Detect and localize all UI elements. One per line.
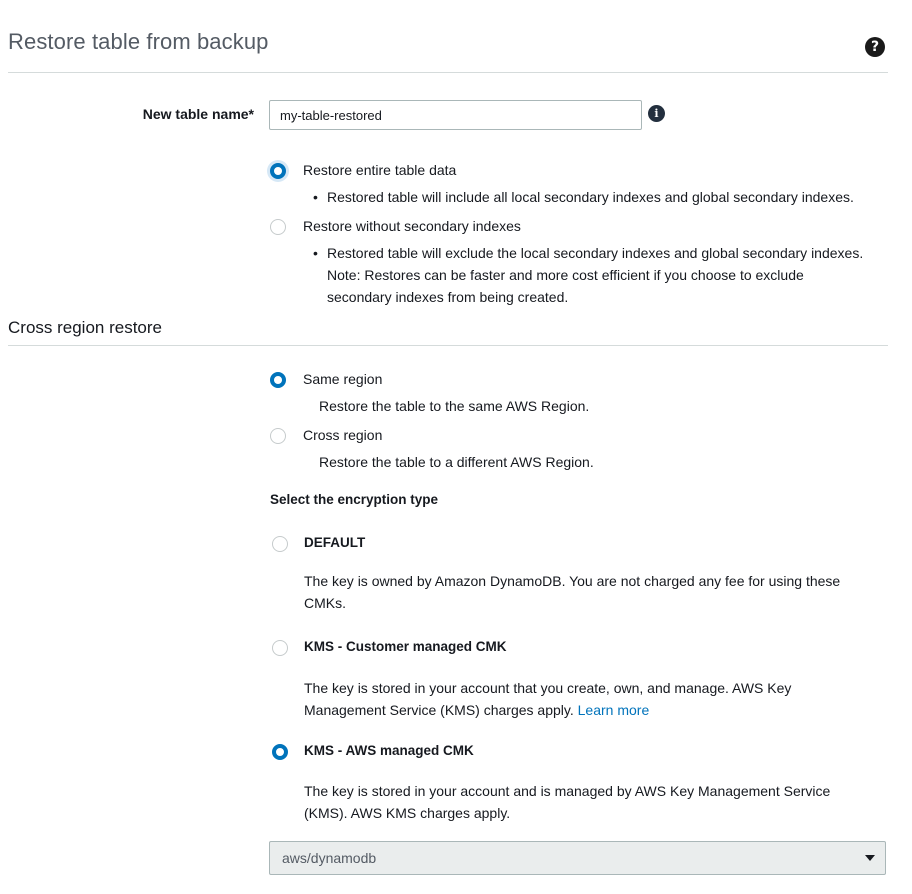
info-circle-icon[interactable]: i xyxy=(648,105,665,122)
restore-entire-table-label: Restore entire table data xyxy=(303,162,457,178)
encryption-default-label: DEFAULT xyxy=(304,535,366,550)
same-region-radio[interactable] xyxy=(270,372,286,388)
restore-entire-table-note: Restored table will include all local se… xyxy=(313,186,893,208)
cross-region-divider xyxy=(8,345,888,346)
encryption-default-radio[interactable] xyxy=(272,536,288,552)
learn-more-link[interactable]: Learn more xyxy=(578,702,650,718)
encryption-default-description: The key is owned by Amazon DynamoDB. You… xyxy=(304,573,841,611)
page-title: Restore table from backup xyxy=(8,29,269,54)
cross-region-section-title: Cross region restore xyxy=(8,318,163,337)
encryption-aws-cmk-description: The key is stored in your account and is… xyxy=(304,783,831,821)
encryption-customer-cmk-label: KMS - Customer managed CMK xyxy=(304,639,507,654)
encryption-heading: Select the encryption type xyxy=(270,492,439,507)
kms-key-select-value: aws/dynamodb xyxy=(282,850,377,866)
restore-without-indexes-label: Restore without secondary indexes xyxy=(303,218,521,234)
kms-key-select[interactable]: aws/dynamodb xyxy=(269,841,886,875)
restore-entire-table-radio[interactable] xyxy=(270,163,286,179)
cross-region-description: Restore the table to a different AWS Reg… xyxy=(319,454,594,470)
encryption-aws-cmk-radio[interactable] xyxy=(272,744,288,760)
restore-without-indexes-note: Restored table will exclude the local se… xyxy=(313,242,868,308)
table-name-input[interactable] xyxy=(269,100,642,130)
caret-down-icon xyxy=(865,855,875,861)
encryption-customer-cmk-description: The key is stored in your account that y… xyxy=(304,677,824,721)
encryption-customer-cmk-text: The key is stored in your account that y… xyxy=(304,680,792,718)
cross-region-label: Cross region xyxy=(303,427,383,443)
encryption-aws-cmk-label: KMS - AWS managed CMK xyxy=(304,743,474,758)
same-region-label: Same region xyxy=(303,371,383,387)
encryption-customer-cmk-radio[interactable] xyxy=(272,640,288,656)
same-region-description: Restore the table to the same AWS Region… xyxy=(319,398,590,414)
cross-region-radio[interactable] xyxy=(270,428,286,444)
table-name-label: New table name* xyxy=(142,106,254,122)
question-circle-icon[interactable]: ? xyxy=(865,37,885,57)
restore-without-indexes-radio[interactable] xyxy=(270,219,286,235)
header-divider xyxy=(8,72,888,73)
